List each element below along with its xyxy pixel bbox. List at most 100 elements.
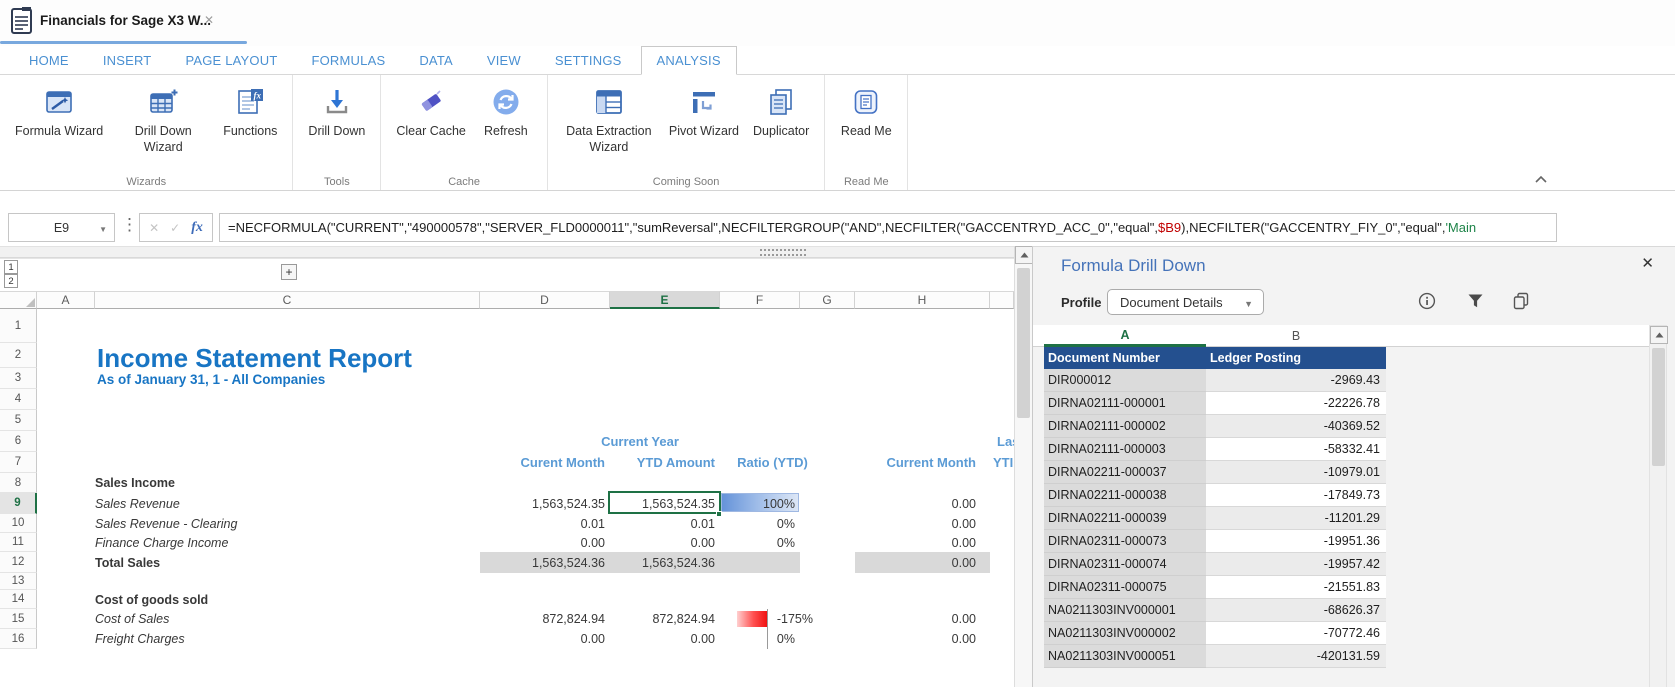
drill-row-dirna02311-000074-document[interactable]: DIRNA02311-000074 <box>1044 553 1206 576</box>
panel-column-b[interactable]: B <box>1206 325 1386 347</box>
drill-row-dirna02211-000038-document[interactable]: DIRNA02211-000038 <box>1044 484 1206 507</box>
cell-f16[interactable]: 0% <box>720 629 798 649</box>
cell-h9[interactable]: 0.00 <box>855 493 990 514</box>
drill-row-na0211303inv000051-amount[interactable]: -420131.59 <box>1206 645 1386 668</box>
cell-d11[interactable]: 0.00 <box>480 533 610 552</box>
cell-h12[interactable]: 0.00 <box>855 552 990 573</box>
tab-view[interactable]: VIEW <box>472 46 536 74</box>
sheet-vertical-scrollbar[interactable] <box>1014 246 1032 687</box>
row-header-10[interactable]: 10 <box>0 514 37 533</box>
cell-d12[interactable]: 1,563,524.36 <box>480 552 610 573</box>
drill-row-dirna02311-000074-amount[interactable]: -19957.42 <box>1206 553 1386 576</box>
drill-row-dirna02111-000002-document[interactable]: DIRNA02111-000002 <box>1044 415 1206 438</box>
splitter-drag-handle[interactable] <box>760 249 806 256</box>
column-header-e[interactable]: E <box>610 291 720 309</box>
drill-row-dirna02111-000001-amount[interactable]: -22226.78 <box>1206 392 1386 415</box>
cell-d15[interactable]: 872,824.94 <box>480 609 610 629</box>
cell-h16[interactable]: 0.00 <box>855 629 990 649</box>
report-subtitle[interactable]: As of January 31, 1 - All Companies <box>97 372 325 387</box>
label-sales-revenue-clearing[interactable]: Sales Revenue - Clearing <box>95 514 480 533</box>
cell-h10[interactable]: 0.00 <box>855 514 990 533</box>
document-tab-close-icon[interactable]: ✕ <box>204 13 214 27</box>
column-header-g[interactable]: G <box>800 291 855 309</box>
label-cost-of-sales[interactable]: Cost of Sales <box>95 609 480 629</box>
accept-formula-icon[interactable]: ✓ <box>170 221 180 235</box>
outline-level-2-button[interactable]: 2 <box>4 274 18 288</box>
panel-vertical-scrollbar[interactable] <box>1649 325 1667 687</box>
tab-data[interactable]: DATA <box>404 46 468 74</box>
row-header-12[interactable]: 12 <box>0 552 37 573</box>
copy-icon[interactable] <box>1511 291 1531 311</box>
insert-function-icon[interactable]: fx <box>191 220 203 236</box>
column-header-f[interactable]: F <box>720 291 800 309</box>
header-ytd-amount[interactable]: YTD Amount <box>610 452 720 473</box>
drill-row-na0211303inv000001-document[interactable]: NA0211303INV000001 <box>1044 599 1206 622</box>
cell-d10[interactable]: 0.01 <box>480 514 610 533</box>
drill-row-dirna02311-000073-amount[interactable]: -19951.36 <box>1206 530 1386 553</box>
cell-d16[interactable]: 0.00 <box>480 629 610 649</box>
row-header-3[interactable]: 3 <box>0 368 37 389</box>
drill-row-na0211303inv000001-amount[interactable]: -68626.37 <box>1206 599 1386 622</box>
column-header-c[interactable]: C <box>95 291 480 309</box>
drill-down-wizard-button[interactable]: Drill Down Wizard <box>110 75 216 156</box>
cell-e12[interactable]: 1,563,524.36 <box>610 552 720 573</box>
row-header-16[interactable]: 16 <box>0 629 37 649</box>
drill-row-na0211303inv000002-amount[interactable]: -70772.46 <box>1206 622 1386 645</box>
row-header-2[interactable]: 2 <box>0 343 37 368</box>
outline-level-1-button[interactable]: 1 <box>4 260 18 274</box>
panel-scroll-thumb[interactable] <box>1652 348 1665 466</box>
outline-expand-button[interactable]: + <box>281 264 297 280</box>
label-total-sales[interactable]: Total Sales <box>95 552 480 573</box>
cell-f11[interactable]: 0% <box>720 533 798 552</box>
functions-button[interactable]: fxFunctions <box>216 75 284 139</box>
drill-row-dirna02211-000037-document[interactable]: DIRNA02211-000037 <box>1044 461 1206 484</box>
column-header-a[interactable]: A <box>37 291 95 309</box>
drill-row-dirna02211-000039-document[interactable]: DIRNA02211-000039 <box>1044 507 1206 530</box>
row-header-14[interactable]: 14 <box>0 590 37 609</box>
row-header-6[interactable]: 6 <box>0 431 37 452</box>
row-header-4[interactable]: 4 <box>0 389 37 410</box>
panel-close-icon[interactable]: ✕ <box>1641 254 1654 272</box>
drill-row-dirna02211-000037-amount[interactable]: -10979.01 <box>1206 461 1386 484</box>
cell-e16[interactable]: 0.00 <box>610 629 720 649</box>
row-header-9[interactable]: 9 <box>0 493 37 514</box>
panel-scroll-up-button[interactable] <box>1650 326 1668 344</box>
label-finance-charge-income[interactable]: Finance Charge Income <box>95 533 480 552</box>
formula-input[interactable]: =NECFORMULA("CURRENT","490000578","SERVE… <box>219 213 1557 242</box>
cell-d9[interactable]: 1,563,524.35 <box>480 493 610 514</box>
refresh-button[interactable]: Refresh <box>473 75 539 139</box>
header-curent-month[interactable]: Curent Month <box>480 452 610 473</box>
column-header-d[interactable]: D <box>480 291 610 309</box>
pivot-wizard-button[interactable]: Pivot Wizard <box>662 75 746 139</box>
cell-e9[interactable]: 1,563,524.35 <box>610 493 720 514</box>
drill-row-dirna02111-000001-document[interactable]: DIRNA02111-000001 <box>1044 392 1206 415</box>
drill-row-dir000012-amount[interactable]: -2969.43 <box>1206 369 1386 392</box>
panel-column-a[interactable]: A <box>1044 325 1206 347</box>
row-header-8[interactable]: 8 <box>0 473 37 493</box>
row-header-15[interactable]: 15 <box>0 609 37 629</box>
header-ratio-ytd[interactable]: Ratio (YTD) <box>720 452 825 473</box>
drill-row-na0211303inv000051-document[interactable]: NA0211303INV000051 <box>1044 645 1206 668</box>
row-header-13[interactable]: 13 <box>0 573 37 590</box>
clear-cache-button[interactable]: Clear Cache <box>389 75 472 139</box>
cell-f10[interactable]: 0% <box>720 514 798 533</box>
drill-row-dirna02311-000073-document[interactable]: DIRNA02311-000073 <box>1044 530 1206 553</box>
panel-header-document-number[interactable]: Document Number <box>1044 347 1206 369</box>
tab-formulas[interactable]: FORMULAS <box>296 46 400 74</box>
label-sales-revenue[interactable]: Sales Revenue <box>95 493 480 514</box>
info-icon[interactable] <box>1417 291 1437 311</box>
cell-e11[interactable]: 0.00 <box>610 533 720 552</box>
drill-row-dirna02211-000038-amount[interactable]: -17849.73 <box>1206 484 1386 507</box>
panel-header-ledger-posting[interactable]: Ledger Posting <box>1206 347 1386 369</box>
scroll-up-button[interactable] <box>1015 246 1033 264</box>
name-box-dropdown-icon[interactable]: ▼ <box>99 225 107 234</box>
drill-row-na0211303inv000002-document[interactable]: NA0211303INV000002 <box>1044 622 1206 645</box>
drill-row-dirna02311-000075-amount[interactable]: -21551.83 <box>1206 576 1386 599</box>
formula-wizard-button[interactable]: Formula Wizard <box>8 75 110 139</box>
name-box[interactable]: E9 ▼ <box>8 213 115 242</box>
header-ytd-clipped[interactable]: YTI <box>993 452 1013 473</box>
label-freight-charges[interactable]: Freight Charges <box>95 629 480 649</box>
tab-settings[interactable]: SETTINGS <box>540 46 637 74</box>
row-header-1[interactable]: 1 <box>0 309 37 343</box>
collapse-ribbon-icon[interactable] <box>1534 171 1550 183</box>
